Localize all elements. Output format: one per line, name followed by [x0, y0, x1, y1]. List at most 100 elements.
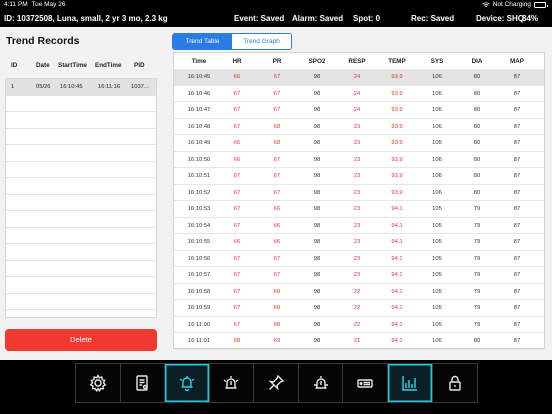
lock-button[interactable]: [433, 364, 478, 402]
record-start: 16:10:45: [60, 84, 83, 90]
pin-button[interactable]: [254, 364, 299, 402]
cell-hr: 68: [233, 338, 241, 344]
cell-resp: 23: [353, 222, 361, 229]
cell-pr: 67: [273, 173, 281, 179]
table-row[interactable]: 16:10:48 67 68 98 23 93.9 106 80 87: [174, 119, 544, 135]
cell-dia: 80: [473, 189, 481, 196]
delete-button[interactable]: Delete: [5, 329, 157, 351]
trend-chart-button[interactable]: [387, 364, 433, 402]
record-button[interactable]: [343, 364, 388, 402]
empty-row: [6, 228, 156, 244]
table-row[interactable]: 16:10:47 67 67 98 24 93.9 106 80 87: [174, 102, 544, 119]
cell-hr: 66: [233, 239, 241, 245]
alarm-alert-button[interactable]: [210, 364, 255, 402]
empty-row: [6, 96, 156, 112]
tab-trend-graph[interactable]: Trend Graph: [232, 34, 291, 49]
cell-spo2: 98: [313, 222, 321, 229]
table-row[interactable]: 16:10:51 67 67 98 23 93.9 106 80 87: [174, 168, 544, 185]
cell-sys: 105: [432, 288, 442, 295]
table-row[interactable]: 16:10:55 66 66 98 23 94.1 105 79 87: [174, 234, 544, 251]
rec-status: Rec: Saved: [411, 14, 455, 23]
column-header-time: Time: [191, 58, 207, 65]
event-alert-icon: [313, 376, 328, 389]
report-icon: [136, 375, 149, 391]
tab-trend-table[interactable]: Trend Table: [173, 34, 232, 49]
cell-temp: 94.1: [391, 255, 403, 262]
cell-sys: 106: [432, 74, 442, 80]
cell-resp: 23: [353, 255, 361, 262]
table-row[interactable]: 16:11:01 68 69 98 21 94.1 106 80 87: [174, 333, 544, 350]
cell-sys: 105: [432, 222, 442, 229]
cell-dia: 80: [473, 156, 481, 163]
cell-dia: 80: [473, 74, 481, 80]
cell-dia: 79: [473, 288, 481, 295]
cell-map: 87: [513, 189, 521, 196]
cell-time: 16:10:54: [187, 222, 211, 229]
alarm-status: Alarm: Saved: [292, 14, 344, 23]
table-row[interactable]: 16:10:59 67 68 98 22 94.1 105 79 87: [174, 300, 544, 317]
event-status: Event: Saved: [234, 14, 285, 23]
header-end: EndTime: [95, 62, 122, 69]
cell-temp: 93.9: [391, 107, 403, 113]
view-tabs: Trend Table Trend Graph: [172, 33, 292, 50]
table-row[interactable]: 16:10:46 67 67 98 24 93.9 106 80 87: [174, 86, 544, 102]
cell-hr: 67: [233, 173, 241, 179]
cell-hr: 67: [233, 321, 241, 328]
cell-time: 16:11:00: [187, 321, 211, 328]
cell-resp: 22: [353, 321, 361, 328]
event-alert-button[interactable]: [299, 364, 344, 402]
cell-spo2: 98: [313, 189, 321, 196]
cell-dia: 80: [473, 173, 481, 179]
cell-temp: 93.9: [391, 173, 403, 179]
main-content: Trend Records ID Date StartTime EndTime …: [0, 27, 552, 360]
cell-pr: 66: [273, 206, 281, 212]
cell-map: 87: [513, 338, 521, 344]
table-row[interactable]: 16:10:53 67 66 98 23 94.1 105 79 87: [174, 201, 544, 218]
cell-resp: 21: [353, 338, 361, 344]
cell-temp: 94.1: [391, 239, 403, 245]
cell-map: 87: [513, 90, 521, 97]
cell-spo2: 98: [313, 272, 321, 278]
cell-time: 16:10:45: [187, 74, 211, 80]
gear-button[interactable]: [76, 364, 121, 402]
table-row[interactable]: 16:10:49 66 68 98 23 93.9 105 80 87: [174, 135, 544, 152]
cell-spo2: 98: [313, 123, 321, 130]
alarm-bell-button[interactable]: [165, 364, 210, 402]
cell-dia: 79: [473, 321, 481, 328]
cell-hr: 67: [233, 90, 241, 97]
trend-chart-icon: [402, 376, 417, 391]
record-icon: [357, 379, 373, 388]
table-row[interactable]: 16:10:54 67 66 98 23 94.1 105 79 87: [174, 218, 544, 234]
battery-percent: 84%: [522, 14, 539, 23]
table-row[interactable]: 16:10:45 66 67 98 24 93.9 106 80 87: [174, 69, 544, 86]
report-button[interactable]: [121, 364, 166, 402]
cell-time: 16:10:53: [187, 206, 211, 212]
wifi-icon: [481, 2, 490, 7]
records-list: 1 05/26 16:10:45 16:11:16 1037...: [5, 78, 157, 318]
table-row[interactable]: 16:10:52 67 67 98 23 93.9 106 80 87: [174, 185, 544, 201]
column-header-dia: DIA: [471, 58, 483, 65]
cell-map: 87: [513, 222, 521, 229]
empty-row: [6, 294, 156, 310]
cell-dia: 80: [473, 338, 481, 344]
cell-resp: 23: [353, 272, 361, 278]
table-row[interactable]: 16:10:56 67 67 98 23 94.1 105 79 87: [174, 251, 544, 267]
table-row[interactable]: 16:11:00 67 68 98 22 94.1 105 79 87: [174, 317, 544, 333]
cell-map: 87: [513, 272, 521, 278]
device-status: Device: SHQ: [476, 14, 525, 23]
cell-resp: 23: [353, 189, 361, 196]
table-row[interactable]: 16:10:58 67 68 98 22 94.1 105 79 87: [174, 284, 544, 300]
cell-hr: 67: [233, 189, 241, 196]
cell-dia: 80: [473, 123, 481, 130]
table-row[interactable]: 16:10:50 66 67 98 23 93.9 106 80 87: [174, 152, 544, 168]
table-row[interactable]: 16:10:57 67 67 98 23 94.1 105 79 87: [174, 267, 544, 284]
cell-spo2: 98: [313, 140, 321, 146]
record-row[interactable]: 1 05/26 16:10:45 16:11:16 1037...: [6, 79, 156, 96]
cell-spo2: 98: [313, 74, 321, 80]
cell-dia: 80: [473, 107, 481, 113]
cell-dia: 79: [473, 222, 481, 229]
cell-map: 87: [513, 305, 521, 311]
cell-spo2: 98: [313, 206, 321, 212]
record-date: 05/26: [36, 84, 51, 90]
cell-pr: 68: [273, 140, 281, 146]
